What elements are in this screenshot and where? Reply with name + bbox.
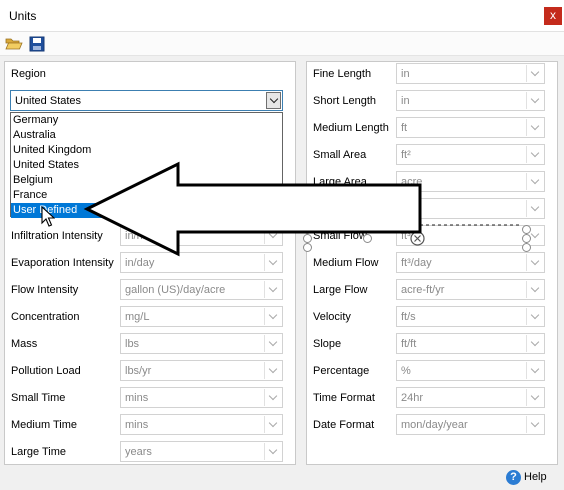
help-icon: ? — [506, 470, 521, 485]
pointer-arrow-annotation — [83, 161, 520, 257]
mouse-cursor-icon — [41, 206, 55, 227]
help-label: Help — [524, 471, 547, 483]
